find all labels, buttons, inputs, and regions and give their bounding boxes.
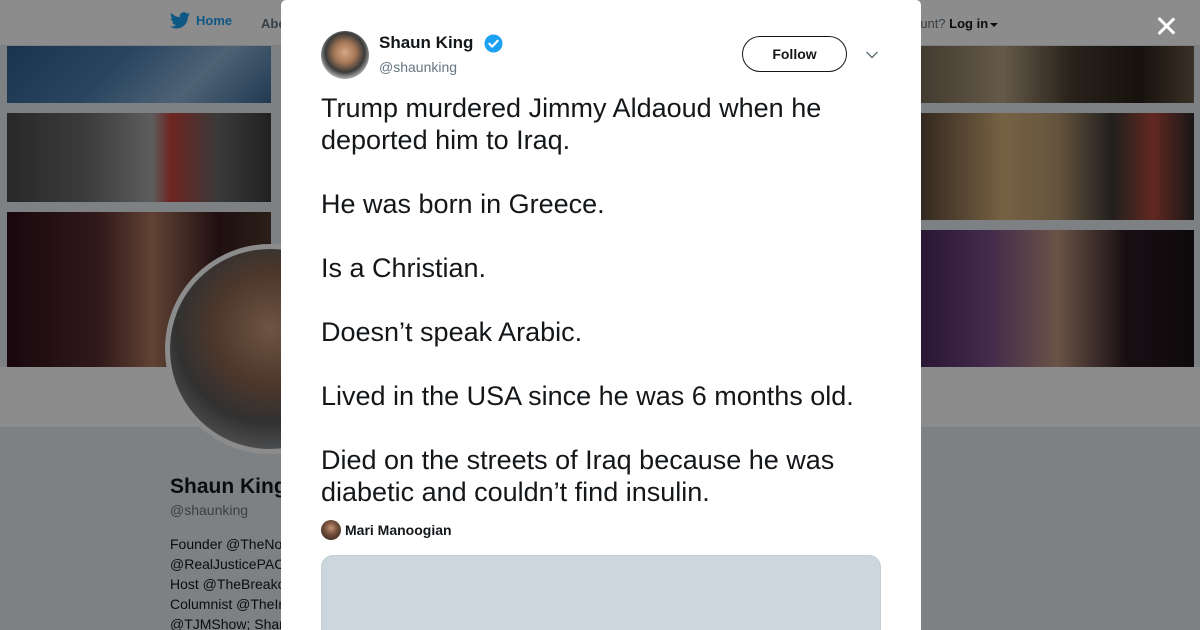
tweet-text: Trump murdered Jimmy Aldaoud when he dep… <box>321 92 881 508</box>
follow-button[interactable]: Follow <box>742 36 847 72</box>
tagged-user-avatar <box>321 520 341 540</box>
tweet-spacer <box>321 348 881 380</box>
author-name[interactable]: Shaun King <box>379 33 473 53</box>
verified-badge-icon <box>484 34 503 53</box>
chevron-down-icon[interactable] <box>865 48 879 62</box>
tweet-spacer <box>321 156 881 188</box>
tweet-spacer <box>321 220 881 252</box>
tweet-paragraph: He was born in Greece. <box>321 189 605 219</box>
tweet-paragraph: Is a Christian. <box>321 253 487 283</box>
tweet-spacer <box>321 412 881 444</box>
tweet-modal: Shaun King @shaunking Follow Trump murde… <box>281 0 921 630</box>
tweet-paragraph: Doesn’t speak Arabic. <box>321 317 583 347</box>
tweet-paragraph: Lived in the USA since he was 6 months o… <box>321 381 854 411</box>
tweet-paragraph: Died on the streets of Iraq because he w… <box>321 445 835 507</box>
tagged-user[interactable]: Mari Manoogian <box>321 520 452 540</box>
author-handle[interactable]: @shaunking <box>379 59 457 75</box>
tweet-media[interactable] <box>321 555 881 630</box>
tagged-user-name: Mari Manoogian <box>345 522 452 538</box>
tweet-paragraph: Trump murdered Jimmy Aldaoud when he dep… <box>321 93 822 155</box>
close-icon[interactable] <box>1152 12 1180 40</box>
author-avatar[interactable] <box>321 31 369 79</box>
tweet-spacer <box>321 284 881 316</box>
